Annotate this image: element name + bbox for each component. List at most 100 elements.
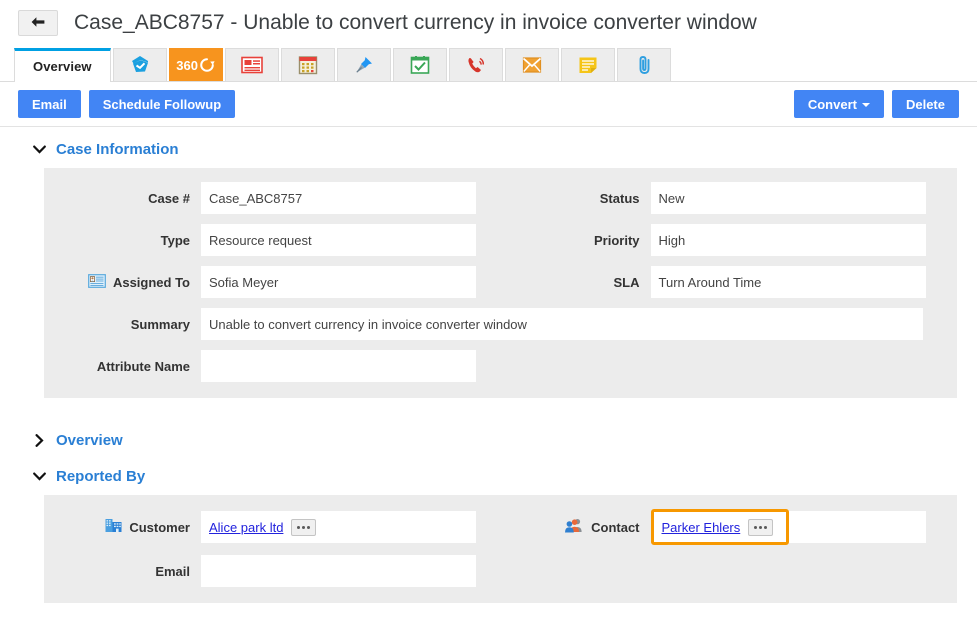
input-summary[interactable]: Unable to convert currency in invoice co… (201, 308, 923, 340)
label-assigned-to-text: Assigned To (113, 275, 190, 290)
field-contact: Contact Parker Ehlers (501, 509, 958, 545)
row-customer-contact: Customer Alice park ltd (44, 509, 957, 545)
label-type: Type (44, 233, 201, 248)
tab-calendar[interactable] (281, 48, 335, 81)
back-button[interactable] (18, 10, 58, 36)
contact-lookup-button[interactable] (748, 519, 773, 536)
tab-overview[interactable]: Overview (14, 48, 111, 82)
section-title-overview: Overview (56, 432, 123, 449)
label-priority: Priority (501, 233, 651, 248)
dot-icon (764, 526, 767, 529)
tab-emails[interactable] (505, 48, 559, 81)
section-header-reported-by[interactable]: Reported By (0, 459, 977, 495)
chevron-right-icon (32, 434, 46, 448)
label-summary: Summary (44, 317, 201, 332)
tab-pinned[interactable] (337, 48, 391, 81)
dot-icon (302, 526, 305, 529)
field-customer: Customer Alice park ltd (44, 511, 501, 543)
tab-attachments[interactable] (617, 48, 671, 81)
section-header-overview[interactable]: Overview (0, 398, 977, 459)
red-phone-ringing-icon (465, 54, 487, 76)
form-content: Case Information Case # Case_ABC8757 Sta… (0, 127, 977, 603)
tab-strip: Overview 360 (0, 46, 977, 82)
row-type-priority: Type Resource request Priority High (44, 224, 957, 256)
row-summary: Summary Unable to convert currency in in… (44, 308, 957, 340)
field-attribute-name: Attribute Name (44, 350, 476, 382)
calendar-grid-icon (298, 55, 318, 75)
schedule-followup-button[interactable]: Schedule Followup (89, 90, 235, 118)
field-email: Email (44, 555, 476, 587)
chevron-down-icon (862, 103, 870, 107)
panel-reported-by: Customer Alice park ltd (44, 495, 957, 603)
contact-link[interactable]: Parker Ehlers (662, 520, 741, 535)
input-contact[interactable]: Parker Ehlers (654, 512, 786, 542)
label-sla: SLA (501, 275, 651, 290)
tab-articles[interactable] (225, 48, 279, 81)
tab-notes[interactable] (561, 48, 615, 81)
input-sla[interactable]: Turn Around Time (651, 266, 926, 298)
input-type[interactable]: Resource request (201, 224, 476, 256)
field-status: Status New (501, 182, 958, 214)
contact-highlight-box: Parker Ehlers (651, 509, 789, 545)
field-assigned-to: Assigned To Sofia Meyer (44, 266, 501, 298)
input-status[interactable]: New (651, 182, 926, 214)
contact-value-wrapper: Parker Ehlers (651, 509, 926, 545)
label-email: Email (44, 564, 201, 579)
row-attribute-name: Attribute Name (44, 350, 957, 382)
action-toolbar: Email Schedule Followup Convert Delete (0, 82, 977, 127)
label-attribute-name: Attribute Name (44, 359, 201, 374)
customer-link[interactable]: Alice park ltd (209, 520, 283, 535)
title-bar: Case_ABC8757 - Unable to convert currenc… (0, 0, 977, 46)
dot-icon (754, 526, 757, 529)
email-button[interactable]: Email (18, 90, 81, 118)
label-contact: Contact (501, 518, 651, 536)
label-customer-text: Customer (129, 520, 190, 535)
panel-case-information: Case # Case_ABC8757 Status New Type Reso… (44, 168, 957, 398)
dot-icon (307, 526, 310, 529)
blue-paperclip-icon (634, 54, 654, 76)
blue-pushpin-icon (353, 54, 375, 76)
dot-icon (297, 526, 300, 529)
section-header-case-information[interactable]: Case Information (0, 127, 977, 168)
field-type: Type Resource request (44, 224, 501, 256)
tab-knowledge[interactable] (113, 48, 167, 81)
tab-overview-label: Overview (33, 59, 92, 74)
green-task-check-icon (410, 55, 430, 75)
input-assigned-to[interactable]: Sofia Meyer (201, 266, 476, 298)
field-summary: Summary Unable to convert currency in in… (44, 308, 923, 340)
customer-lookup-button[interactable] (291, 519, 316, 536)
people-icon (565, 518, 584, 536)
label-customer: Customer (44, 518, 201, 536)
back-arrow-icon (30, 16, 46, 30)
row-email: Email (44, 555, 957, 587)
input-customer[interactable]: Alice park ltd (201, 511, 476, 543)
row-case-number-status: Case # Case_ABC8757 Status New (44, 182, 957, 214)
label-status: Status (501, 191, 651, 206)
tab-calls[interactable] (449, 48, 503, 81)
input-email[interactable] (201, 555, 476, 587)
convert-button[interactable]: Convert (794, 90, 884, 118)
chevron-down-icon (32, 143, 46, 157)
section-title-reported-by: Reported By (56, 468, 145, 485)
tab-tasks[interactable] (393, 48, 447, 81)
page-title: Case_ABC8757 - Unable to convert currenc… (74, 11, 757, 35)
field-case-number: Case # Case_ABC8757 (44, 182, 501, 214)
delete-button[interactable]: Delete (892, 90, 959, 118)
input-contact-remainder[interactable] (789, 511, 926, 543)
tab-360[interactable]: 360 (169, 48, 223, 81)
section-title-case-information: Case Information (56, 141, 179, 158)
row-assigned-to-sla: Assigned To Sofia Meyer SLA Turn Around … (44, 266, 957, 298)
red-article-list-icon (241, 56, 263, 74)
building-icon (105, 518, 122, 536)
orange-envelope-icon (522, 56, 542, 74)
label-case-number: Case # (44, 191, 201, 206)
dot-icon (759, 526, 762, 529)
input-attribute-name[interactable] (201, 350, 476, 382)
label-contact-text: Contact (591, 520, 639, 535)
convert-button-label: Convert (808, 97, 857, 112)
field-priority: Priority High (501, 224, 958, 256)
360-refresh-icon: 360 (176, 57, 215, 73)
tab-360-label: 360 (176, 58, 198, 73)
input-case-number[interactable]: Case_ABC8757 (201, 182, 476, 214)
input-priority[interactable]: High (651, 224, 926, 256)
